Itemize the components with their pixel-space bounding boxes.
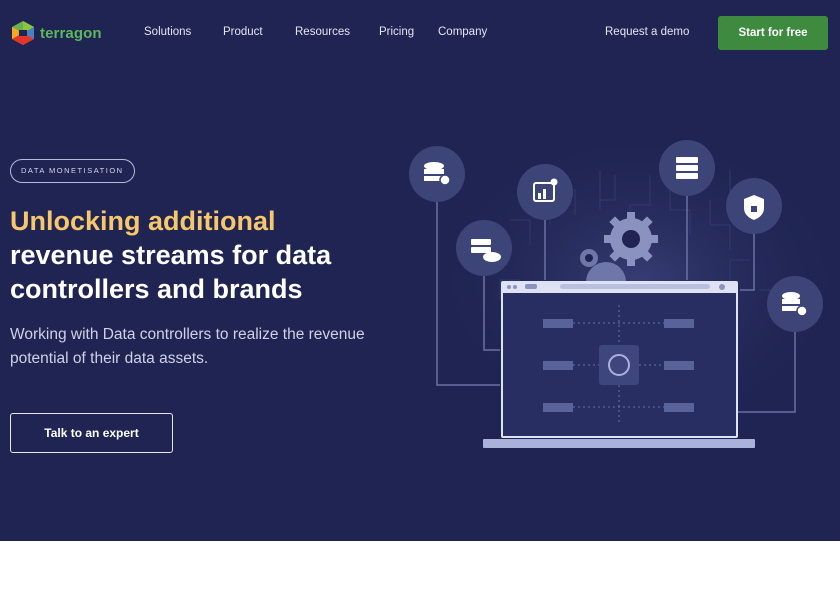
- content-section: [0, 541, 840, 600]
- laptop-window: [483, 281, 755, 448]
- terragon-logo[interactable]: terragon: [10, 20, 102, 46]
- nav-product[interactable]: Product: [223, 26, 263, 38]
- hero-subtext: Working with Data controllers to realize…: [10, 326, 365, 367]
- brand-name: terragon: [40, 24, 102, 42]
- start-for-free-button[interactable]: Start for free: [718, 16, 828, 50]
- shield-lock-icon: [726, 178, 782, 234]
- nav-solutions[interactable]: Solutions: [144, 26, 191, 38]
- gear-icon: [604, 212, 658, 266]
- nav-resources[interactable]: Resources: [295, 26, 350, 38]
- nav-company[interactable]: Company: [438, 26, 487, 38]
- headline-line-2: revenue streams for data: [10, 240, 332, 270]
- request-demo-link[interactable]: Request a demo: [605, 26, 689, 38]
- analytics-icon: [517, 164, 573, 220]
- page-title: Unlocking additional revenue streams for…: [10, 204, 390, 306]
- data-network-illustration: [409, 140, 840, 448]
- server-rack-icon: [659, 140, 715, 196]
- core-chip: [599, 345, 639, 385]
- hero-section: terragon Solutions Product Resources Pri…: [0, 0, 840, 541]
- category-badge: DATA MONETISATION: [10, 159, 135, 183]
- headline-accent: Unlocking additional: [10, 206, 276, 236]
- nav-pricing[interactable]: Pricing: [379, 26, 414, 38]
- server-cloud-icon: [456, 220, 512, 276]
- talk-to-expert-button[interactable]: Talk to an expert: [10, 413, 173, 453]
- database-user-icon: [409, 146, 465, 202]
- small-gear-icon: [580, 249, 598, 267]
- logo-mark-icon: [12, 21, 34, 45]
- headline-line-3: controllers and brands: [10, 274, 303, 304]
- database-gear-icon: [767, 276, 823, 332]
- top-nav: terragon Solutions Product Resources Pri…: [0, 0, 840, 66]
